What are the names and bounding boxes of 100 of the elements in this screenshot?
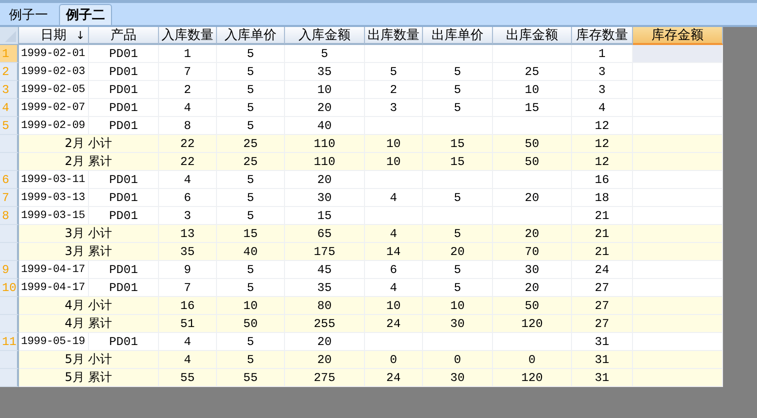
column-header-label: 日期: [40, 27, 66, 44]
table-cell: 5: [285, 45, 365, 63]
table-cell: 21: [572, 243, 633, 261]
column-header[interactable]: 产品: [89, 27, 159, 45]
table-cell: 35: [285, 63, 365, 81]
table-cell: 2: [159, 81, 217, 99]
column-header-label: 出库单价: [432, 27, 484, 44]
table-cell: 5: [423, 225, 493, 243]
table-cell: [423, 45, 493, 63]
table-cell: 120: [493, 315, 572, 333]
tab[interactable]: 例子一: [2, 4, 55, 25]
table-cell: 4: [365, 225, 423, 243]
table-cell: 14: [365, 243, 423, 261]
table-cell: 24: [572, 261, 633, 279]
table-cell: 5: [217, 81, 285, 99]
column-header-label: 产品: [110, 27, 136, 44]
table-cell: 4: [159, 351, 217, 369]
table-cell: 25: [493, 63, 572, 81]
table-cell: [365, 171, 423, 189]
table-cell: 24: [365, 369, 423, 387]
table-cell: 65: [285, 225, 365, 243]
table-cell: 50: [493, 153, 572, 171]
column-header-label: 库存金额: [652, 27, 704, 44]
table-cell: 80: [285, 297, 365, 315]
table-cell: 4: [365, 189, 423, 207]
table-cell: 13: [159, 225, 217, 243]
table-cell: 5: [217, 351, 285, 369]
subtotal-label: 4月 累计: [19, 315, 159, 333]
column-header[interactable]: 入库金额: [285, 27, 365, 45]
column-header[interactable]: 出库单价: [423, 27, 493, 45]
table-cell: 5: [217, 171, 285, 189]
row-header[interactable]: [0, 315, 19, 333]
table-cell: 30: [493, 261, 572, 279]
table-cell: 1999-02-07: [19, 99, 89, 117]
table-cell: 25: [217, 153, 285, 171]
table-cell: [365, 45, 423, 63]
table-cell: 15: [493, 99, 572, 117]
table-cell: 3: [365, 99, 423, 117]
table-cell: 1: [159, 45, 217, 63]
table-cell: 5: [423, 63, 493, 81]
table-cell: 5: [423, 189, 493, 207]
row-header[interactable]: [0, 225, 19, 243]
table-cell: 20: [285, 171, 365, 189]
column-header[interactable]: 日期 ↓: [19, 27, 89, 45]
table-cell: 31: [572, 351, 633, 369]
table-cell: 16: [159, 297, 217, 315]
table-cell: [423, 171, 493, 189]
table-cell: 6: [159, 189, 217, 207]
table-cell: 27: [572, 315, 633, 333]
row-header[interactable]: [0, 135, 19, 153]
sort-indicator: ↓: [76, 28, 85, 42]
table-cell: 55: [217, 369, 285, 387]
column-header[interactable]: 出库数量: [365, 27, 423, 45]
column-header[interactable]: 出库金额: [493, 27, 572, 45]
subtotal-label: 2月 小计: [19, 135, 159, 153]
table-cell: 3: [572, 63, 633, 81]
column-header[interactable]: 库存金额: [633, 27, 723, 45]
table-cell: 0: [365, 351, 423, 369]
table-cell: 15: [423, 135, 493, 153]
table-cell: 70: [493, 243, 572, 261]
select-all-corner[interactable]: [0, 27, 19, 45]
row-header[interactable]: [0, 243, 19, 261]
row-header[interactable]: [0, 297, 19, 315]
table-cell: PD01: [89, 45, 159, 63]
table-cell: 30: [423, 315, 493, 333]
column-header-label: 库存数量: [576, 27, 628, 44]
table-cell: 24: [365, 315, 423, 333]
table-cell: 20: [493, 189, 572, 207]
table-cell: 4: [572, 99, 633, 117]
table-cell: 6: [365, 261, 423, 279]
table-cell: 0: [423, 351, 493, 369]
subtotal-label: 5月 累计: [19, 369, 159, 387]
tab[interactable]: 例子二: [59, 4, 112, 25]
row-header[interactable]: [0, 351, 19, 369]
table-cell: 1999-03-11: [19, 171, 89, 189]
column-header[interactable]: 入库数量: [159, 27, 217, 45]
table-cell: 50: [217, 315, 285, 333]
table-cell: 16: [572, 171, 633, 189]
table-cell: 5: [423, 81, 493, 99]
table-cell: 50: [493, 297, 572, 315]
table-cell: 15: [217, 225, 285, 243]
column-header-label: 出库数量: [368, 27, 420, 44]
table-cell: 275: [285, 369, 365, 387]
table-cell: 12: [572, 153, 633, 171]
column-header-label: 入库数量: [162, 27, 214, 44]
table-cell: PD01: [89, 63, 159, 81]
table-cell: 5: [217, 63, 285, 81]
table-cell: 50: [493, 135, 572, 153]
table-cell: 1999-02-01: [19, 45, 89, 63]
table-cell: 175: [285, 243, 365, 261]
row-header[interactable]: [0, 153, 19, 171]
column-header-label: 入库单价: [224, 27, 276, 44]
table-cell: 12: [572, 135, 633, 153]
column-header[interactable]: 入库单价: [217, 27, 285, 45]
column-header-label: 入库金额: [298, 27, 350, 44]
table-cell: 10: [217, 297, 285, 315]
table-cell: PD01: [89, 171, 159, 189]
row-header[interactable]: [0, 369, 19, 387]
column-header[interactable]: 库存数量: [572, 27, 633, 45]
table-cell: 10: [285, 81, 365, 99]
